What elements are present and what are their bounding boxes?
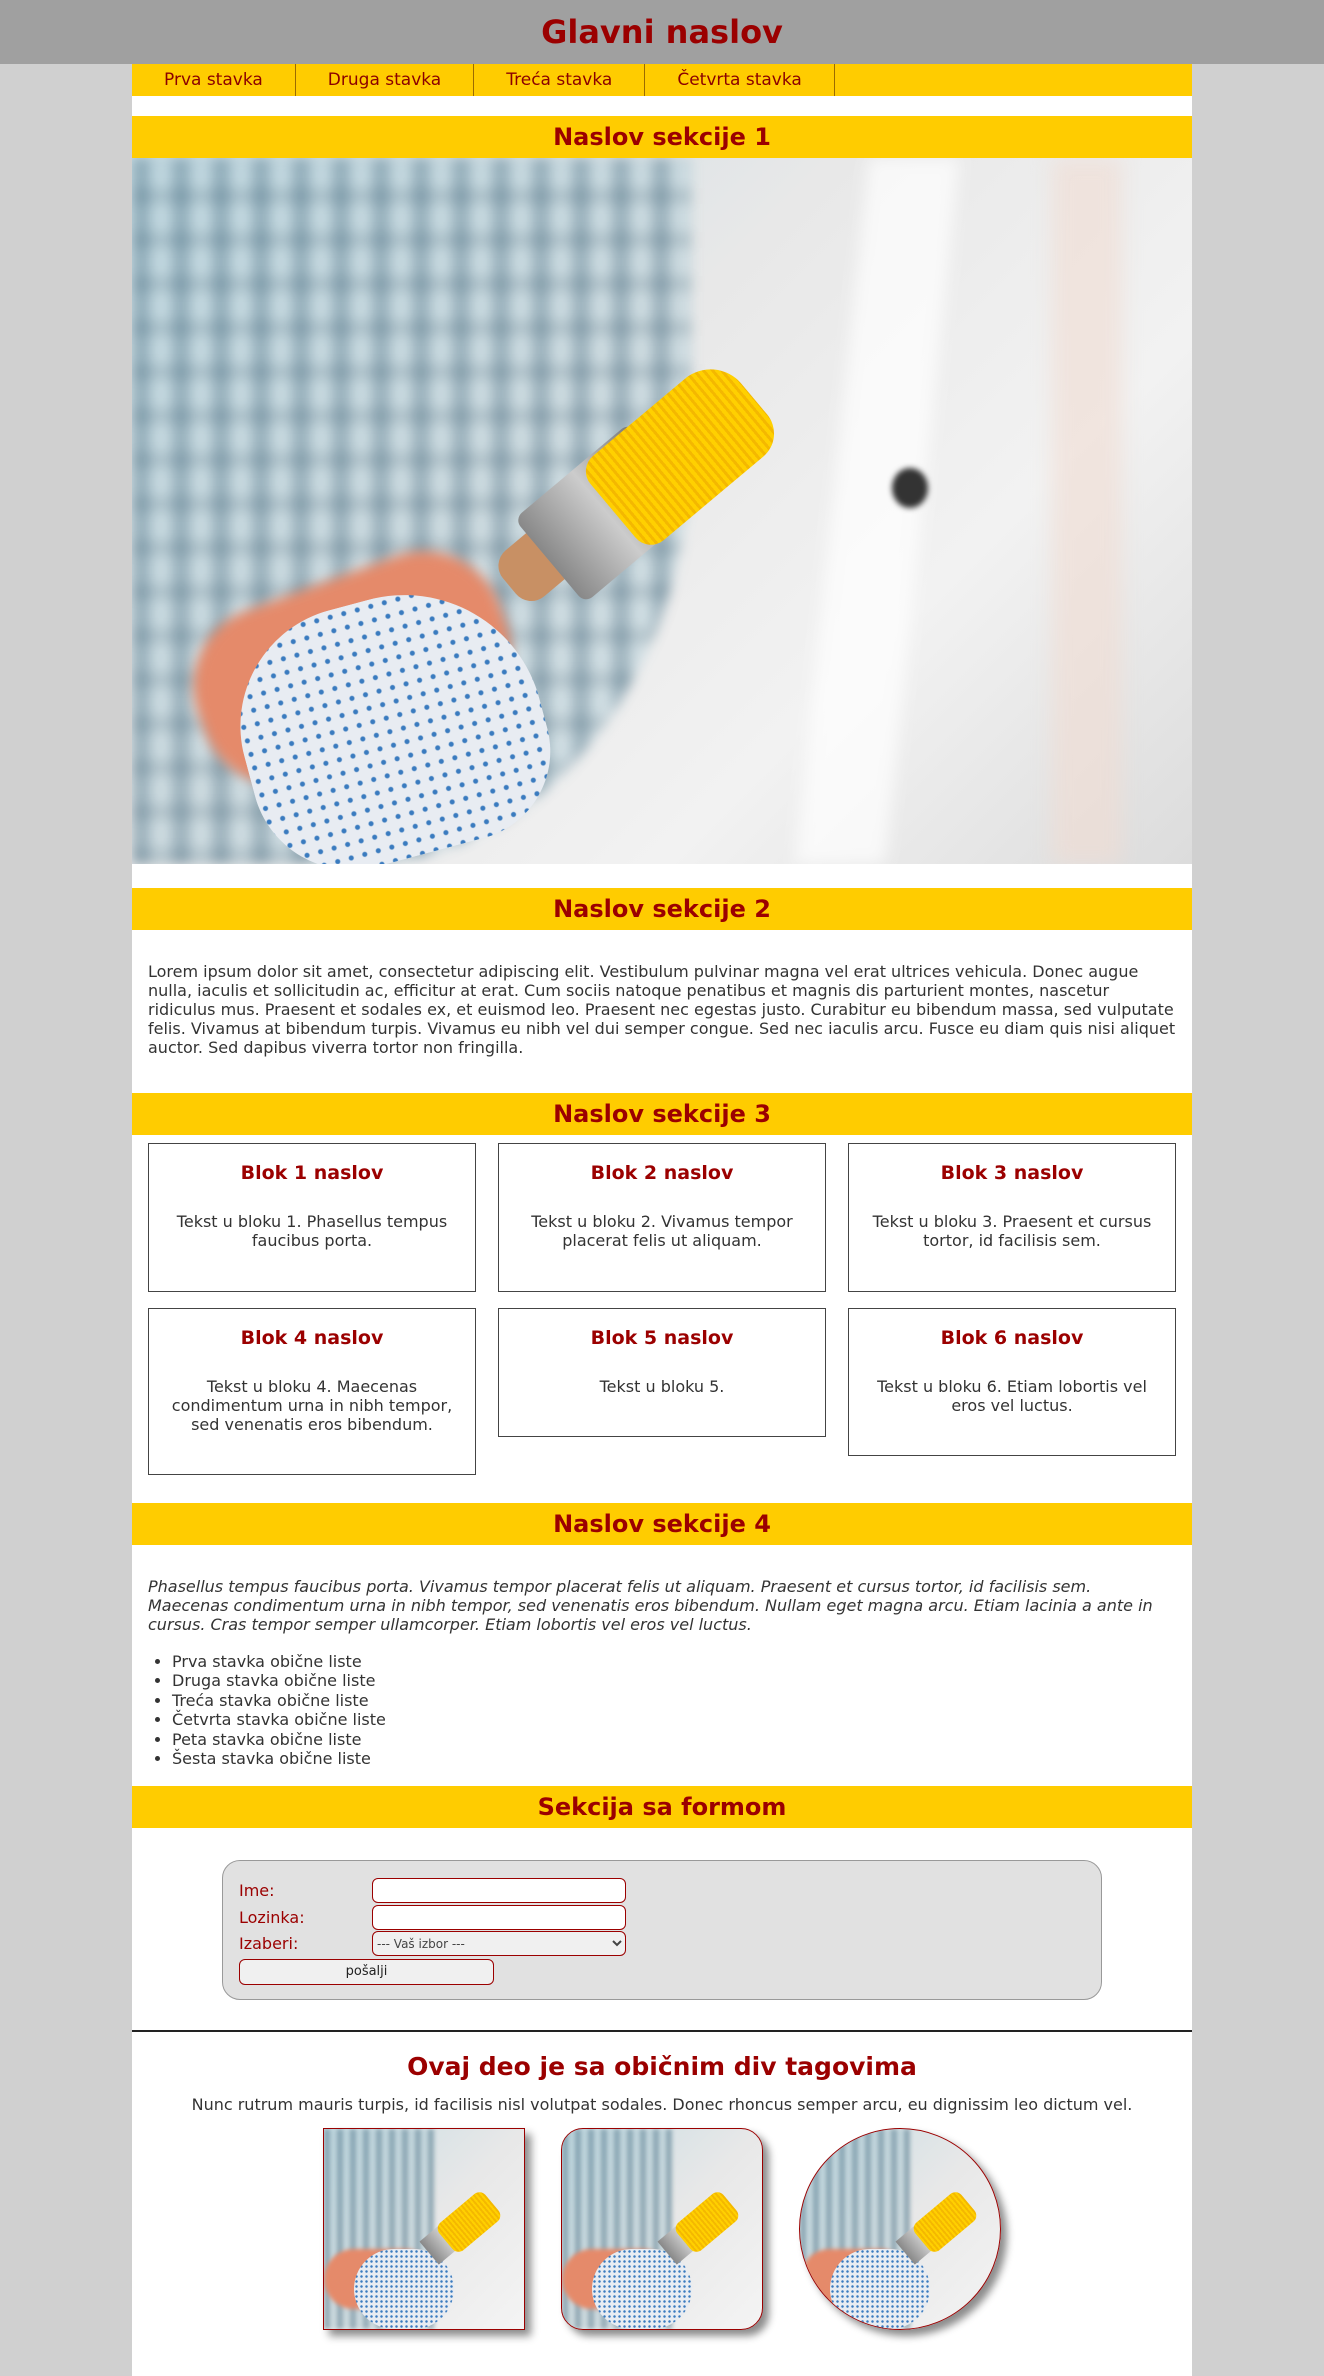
block-3-title: Blok 3 naslov bbox=[940, 1162, 1084, 1184]
form-row-select: Izaberi: --- Vaš izbor --- bbox=[239, 1930, 1085, 1957]
contact-form: Ime: Lozinka: Izaberi: --- Vaš izbor ---… bbox=[222, 1860, 1102, 2001]
section-4-title: Naslov sekcije 4 bbox=[132, 1503, 1192, 1545]
block-6: Blok 6 naslov Tekst u bloku 6. Etiam lob… bbox=[848, 1308, 1176, 1456]
main-title: Glavni naslov bbox=[541, 13, 783, 51]
block-2: Blok 2 naslov Tekst u bloku 2. Vivamus t… bbox=[498, 1143, 826, 1292]
block-3: Blok 3 naslov Tekst u bloku 3. Praesent … bbox=[848, 1143, 1176, 1292]
div-section-text: Nunc rutrum mauris turpis, id facilisis … bbox=[191, 2095, 1133, 2115]
submit-button[interactable]: pošalji bbox=[239, 1958, 494, 1985]
nav-item-4[interactable]: Četvrta stavka bbox=[645, 64, 835, 96]
page-container: Prva stavka Druga stavka Treća stavka Če… bbox=[132, 64, 1192, 2376]
list-item: Treća stavka obične liste bbox=[172, 1691, 1192, 1710]
list-item: Druga stavka obične liste bbox=[172, 1671, 1192, 1690]
block-6-title: Blok 6 naslov bbox=[940, 1327, 1084, 1349]
list-item: Šesta stavka obične liste bbox=[172, 1749, 1192, 1768]
thumbnail-rounded-image bbox=[561, 2128, 763, 2331]
list-item: Prva stavka obične liste bbox=[172, 1652, 1192, 1671]
block-5: Blok 5 naslov Tekst u bloku 5. bbox=[498, 1308, 826, 1437]
form-row-password: Lozinka: bbox=[239, 1904, 1085, 1931]
section-4-text: Phasellus tempus faucibus porta. Vivamus… bbox=[148, 1577, 1153, 1634]
hero-image-painter-brush bbox=[132, 158, 1192, 864]
blocks-grid: Blok 1 naslov Tekst u bloku 1. Phasellus… bbox=[132, 1135, 1192, 1475]
block-3-text: Tekst u bloku 3. Praesent et cursus tort… bbox=[872, 1212, 1152, 1250]
block-2-title: Blok 2 naslov bbox=[590, 1162, 734, 1184]
thumbnail-square-image bbox=[323, 2128, 525, 2331]
plain-list: Prva stavka obične liste Druga stavka ob… bbox=[132, 1652, 1192, 1768]
div-section-title: Ovaj deo je sa običnim div tagovima bbox=[407, 2052, 917, 2082]
choice-select[interactable]: --- Vaš izbor --- bbox=[372, 1931, 626, 1957]
block-4: Blok 4 naslov Tekst u bloku 4. Maecenas … bbox=[148, 1308, 476, 1475]
nav-item-1[interactable]: Prva stavka bbox=[132, 64, 296, 96]
block-1: Blok 1 naslov Tekst u bloku 1. Phasellus… bbox=[148, 1143, 476, 1292]
block-1-title: Blok 1 naslov bbox=[240, 1162, 384, 1184]
section-3-title: Naslov sekcije 3 bbox=[132, 1093, 1192, 1135]
block-6-text: Tekst u bloku 6. Etiam lobortis vel eros… bbox=[877, 1377, 1147, 1415]
block-2-text: Tekst u bloku 2. Vivamus tempor placerat… bbox=[531, 1212, 793, 1250]
block-4-title: Blok 4 naslov bbox=[240, 1327, 384, 1349]
section-1-title: Naslov sekcije 1 bbox=[132, 116, 1192, 158]
block-5-title: Blok 5 naslov bbox=[590, 1327, 734, 1349]
block-5-text: Tekst u bloku 5. bbox=[599, 1377, 725, 1396]
name-label: Ime: bbox=[239, 1881, 275, 1901]
password-label: Lozinka: bbox=[239, 1907, 305, 1927]
site-header: Glavni naslov bbox=[0, 0, 1324, 64]
thumbnail-circle-image bbox=[799, 2128, 1001, 2331]
password-input[interactable] bbox=[372, 1904, 626, 1930]
divider bbox=[132, 2030, 1192, 2033]
section-2-title: Naslov sekcije 2 bbox=[132, 888, 1192, 930]
thumbnail-row bbox=[132, 2128, 1192, 2331]
form-row-name: Ime: bbox=[239, 1877, 1085, 1904]
list-item: Peta stavka obične liste bbox=[172, 1730, 1192, 1749]
block-4-text: Tekst u bloku 4. Maecenas condimentum ur… bbox=[171, 1377, 453, 1434]
nav-item-2[interactable]: Druga stavka bbox=[296, 64, 475, 96]
name-input[interactable] bbox=[372, 1878, 626, 1904]
main-nav: Prva stavka Druga stavka Treća stavka Če… bbox=[132, 64, 1192, 96]
form-section-title: Sekcija sa formom bbox=[132, 1786, 1192, 1829]
block-1-text: Tekst u bloku 1. Phasellus tempus faucib… bbox=[176, 1212, 448, 1250]
section-2-text: Lorem ipsum dolor sit amet, consectetur … bbox=[148, 962, 1176, 1057]
list-item: Četvrta stavka obične liste bbox=[172, 1710, 1192, 1729]
select-label: Izaberi: bbox=[239, 1934, 299, 1954]
nav-item-3[interactable]: Treća stavka bbox=[474, 64, 646, 96]
